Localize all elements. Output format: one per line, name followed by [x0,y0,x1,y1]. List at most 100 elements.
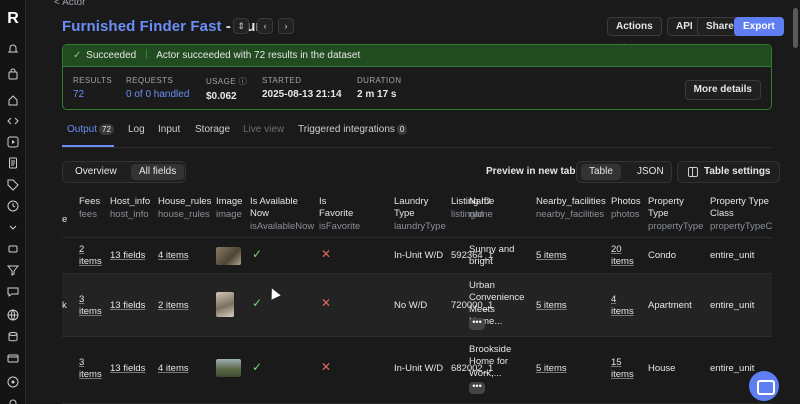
listing-image[interactable] [216,292,234,317]
preview-new-tab-link[interactable]: Preview in new tab [486,166,575,177]
format-switch: Table JSON [576,161,672,183]
chat-bubble-icon[interactable] [6,285,20,299]
column-title: Property Type Class [710,196,769,219]
partial-cell: k [62,300,67,311]
fees-cell[interactable]: 2 items [79,244,105,268]
column-header[interactable]: Property Type propertyType [648,196,704,233]
status-banner: ✓ Succeeded Actor succeeded with 72 resu… [63,45,771,67]
play-icon[interactable] [6,135,20,149]
column-key: house_rules [158,209,210,220]
table-row[interactable]: 3 items 13 fields 4 items ✓ ✕ In-Unit W/… [62,337,772,404]
property-type-cell: House [648,363,676,374]
house-rules-cell[interactable]: 2 items [158,300,189,312]
info-icon[interactable]: ⓘ [239,77,247,86]
host-info-cell[interactable]: 13 fields [110,363,145,375]
column-header[interactable]: Laundry Type laundryType [394,196,446,233]
export-button[interactable]: Export [734,17,784,36]
apify-logo-icon[interactable]: R [5,10,21,28]
property-class-cell: entire_unit [710,363,755,374]
nearby-cell[interactable]: 5 items [536,250,567,262]
column-header[interactable]: Photos photos [611,196,641,221]
fees-cell[interactable]: 3 items [79,357,105,381]
tab-input[interactable]: Input [158,124,180,135]
previous-run-button[interactable]: ‹ [257,18,273,34]
actions-button[interactable]: Actions ⌄ [607,17,662,48]
fees-cell[interactable]: 3 items [79,294,105,318]
table-option[interactable]: Table [581,164,621,180]
store-icon[interactable] [6,67,20,81]
tab-triggered-integrations[interactable]: Triggered integrations 0 [298,124,408,135]
run-switcher-button[interactable]: ⇕ [233,18,249,34]
column-key: nearby_facilities [536,209,605,220]
property-type-cell: Condo [648,250,676,261]
main-content: < Actor Furnished Finder Fast - Run ⇕ ‹ … [26,0,800,404]
json-option[interactable]: JSON [629,164,672,180]
chevron-down-icon[interactable] [6,220,20,234]
tab-storage[interactable]: Storage [195,124,230,135]
tab-log[interactable]: Log [128,124,145,135]
nearby-cell[interactable]: 5 items [536,363,567,375]
column-header[interactable]: Host_info host_info [110,196,150,221]
bell-icon[interactable] [6,42,20,56]
tag-icon[interactable] [6,178,20,192]
billing-icon[interactable] [6,351,20,365]
house-rules-cell[interactable]: 4 items [158,250,189,262]
laundry-cell: In-Unit W/D [394,250,444,261]
usage-label: USAGE [206,77,237,86]
overview-option[interactable]: Overview [67,164,125,180]
help-icon[interactable] [6,375,20,389]
filter-icon[interactable] [6,263,20,277]
photos-cell[interactable]: 15 items [611,357,637,381]
column-title: Is Favorite [319,196,354,219]
column-header[interactable]: Property Type Class propertyTypeCla [710,196,772,233]
breadcrumb[interactable]: < Actor [54,0,85,8]
stat-value: $0.062 [206,91,237,102]
photos-cell[interactable]: 20 items [611,244,637,268]
stat-label: DURATION [357,76,402,85]
globe-icon[interactable] [6,308,20,322]
column-header[interactable]: Is Available Now isAvailableNow [250,196,314,233]
stat-started: STARTED 2025-08-13 21:14 [262,76,342,100]
database-icon[interactable] [6,330,20,344]
stat-label: USAGE ⓘ [206,76,247,87]
document-icon[interactable] [6,156,20,170]
column-header[interactable]: House_rules house_rules [158,196,211,221]
column-header[interactable]: Is Favorite isFavorite [319,196,360,233]
run-status-card: ✓ Succeeded Actor succeeded with 72 resu… [62,44,772,110]
column-header[interactable]: Nearby_facilities nearby_facilities [536,196,606,221]
listing-image[interactable] [216,247,241,265]
stat-label: REQUESTS [126,76,174,85]
listing-image[interactable] [216,359,241,377]
table-row[interactable]: k 3 items 13 fields 2 items ✓ ✕ No W/D 7… [62,274,772,337]
column-header[interactable]: Name name [469,196,494,221]
table-row[interactable]: 2 items 13 fields 4 items ✓ ✕ In-Unit W/… [62,238,772,274]
scrollbar[interactable] [793,8,798,48]
requests-link[interactable]: 0 of 0 handled [126,89,189,100]
stat-value: 2025-08-13 21:14 [262,89,342,100]
table-icon [688,167,698,177]
home-icon[interactable] [6,93,20,107]
laundry-cell: No W/D [394,300,428,311]
next-run-button[interactable]: › [278,18,294,34]
clock-icon[interactable] [6,199,20,213]
more-icon[interactable]: ••• [469,382,485,394]
support-chat-button[interactable] [749,371,779,401]
name-cell: Sunny and bright [469,244,515,267]
more-details-button[interactable]: More details [684,80,761,100]
results-link[interactable]: 72 [73,89,112,100]
column-header[interactable]: Image image [216,196,242,221]
more-icon[interactable]: ••• [469,318,485,330]
host-info-cell[interactable]: 13 fields [110,250,145,262]
tab-output[interactable]: Output 72 [67,124,114,135]
house-rules-cell[interactable]: 4 items [158,363,189,375]
photos-cell[interactable]: 4 items [611,294,637,318]
settings-icon[interactable] [6,396,20,404]
column-header[interactable]: Fees fees [79,196,100,221]
nearby-cell[interactable]: 5 items [536,300,567,312]
all-fields-option[interactable]: All fields [131,164,185,180]
proxy-icon[interactable] [6,242,20,256]
host-info-cell[interactable]: 13 fields [110,300,145,312]
table-settings-button[interactable]: Table settings [677,161,780,183]
results-table: e Fees fees Host_info host_info House_rule… [62,190,772,404]
code-icon[interactable] [6,114,20,128]
